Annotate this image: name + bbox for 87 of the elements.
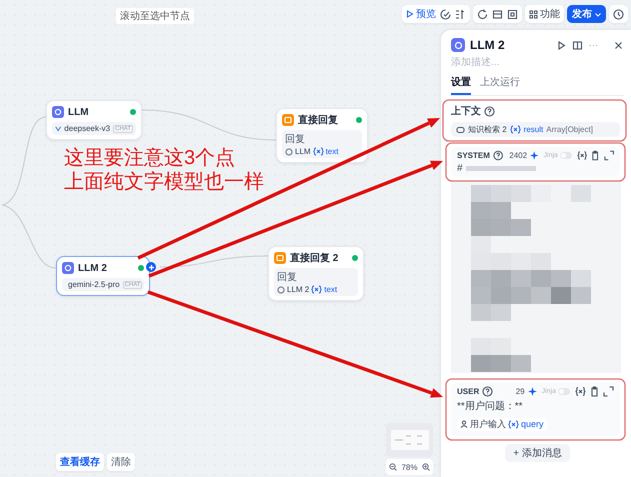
- help-icon[interactable]: [482, 386, 494, 397]
- zoom-in-icon[interactable]: [422, 463, 430, 471]
- annotation-text: 这里要注意这3个点: [64, 146, 236, 170]
- split-view-icon[interactable]: [572, 40, 583, 50]
- clipboard-icon[interactable]: [590, 150, 601, 161]
- description-field[interactable]: 添加描述...: [451, 57, 571, 68]
- features-icon: [529, 10, 538, 18]
- field-label: 回复: [285, 133, 305, 146]
- reply-icon: [274, 252, 286, 264]
- history-icon[interactable]: [613, 8, 624, 20]
- variable-icon: [311, 285, 322, 294]
- knowledge-icon: [456, 126, 465, 134]
- play-icon: [406, 10, 414, 18]
- variable-icon: [508, 420, 519, 428]
- user-icon: [460, 420, 468, 428]
- field-label: 回复: [277, 271, 297, 284]
- source-name: 用户输入: [470, 418, 506, 430]
- toggle-switch[interactable]: [558, 388, 570, 395]
- node-title: LLM: [68, 106, 90, 118]
- section-label: 上下文: [451, 104, 481, 118]
- variable-chip[interactable]: 用户输入 query: [457, 418, 547, 430]
- reply-icon: [282, 114, 294, 126]
- help-icon[interactable]: [492, 150, 504, 161]
- screen-icon[interactable]: [507, 8, 518, 20]
- clear-button[interactable]: 清除: [107, 453, 135, 471]
- node-ref-icon: [285, 148, 293, 156]
- status-dot: [352, 255, 358, 261]
- expand-icon[interactable]: [604, 150, 614, 161]
- clipboard-icon[interactable]: [589, 386, 600, 397]
- source-name: LLM 2: [287, 285, 310, 294]
- variable-name: result: [524, 125, 544, 134]
- publish-button[interactable]: 发布: [567, 5, 606, 23]
- variable-icon: [312, 147, 324, 156]
- variable-name: query: [521, 419, 544, 429]
- llm-icon: [62, 262, 74, 274]
- chevron-down-icon: [595, 13, 601, 17]
- source-name: LLM: [295, 147, 311, 156]
- prompt-text: **用户问题：**: [457, 400, 523, 413]
- prompt-text: #: [457, 163, 463, 174]
- zoom-level: 78%: [401, 462, 418, 472]
- blurred-text: [466, 166, 536, 171]
- zoom-control[interactable]: 78%: [386, 459, 433, 475]
- toggle-switch[interactable]: [560, 152, 572, 159]
- connection-line: [2, 204, 56, 268]
- node-title: 直接回复: [298, 114, 339, 127]
- role-label: SYSTEM: [457, 151, 490, 160]
- panel-tab[interactable]: 上次运行: [480, 75, 520, 95]
- variables-icon[interactable]: [455, 8, 466, 20]
- variable-name: text: [326, 147, 338, 156]
- panel-tab[interactable]: 设置: [451, 75, 471, 95]
- canvas-hint: 滚动至选中节点: [116, 8, 194, 24]
- node-title: LLM 2: [78, 262, 108, 274]
- status-dot: [130, 109, 136, 115]
- add-node-handle[interactable]: [146, 262, 156, 272]
- help-icon[interactable]: [484, 106, 495, 116]
- status-dot: [138, 265, 144, 271]
- model-icon: [55, 124, 62, 133]
- sparkle-icon[interactable]: [528, 387, 537, 396]
- zoom-out-icon[interactable]: [389, 463, 397, 471]
- view-cache-button[interactable]: 查看缓存: [56, 453, 104, 471]
- workflow-node[interactable]: 直接回复 回复 LLM text: [276, 108, 368, 163]
- variable-type: Array[Object]: [546, 125, 593, 134]
- workflow-node[interactable]: 直接回复 2 回复 LLM 2 text: [268, 246, 364, 301]
- context-variable[interactable]: 知识检索 2 result Array[Object]: [451, 122, 620, 137]
- checklist-icon[interactable]: [440, 8, 452, 20]
- token-count: 29: [516, 387, 525, 396]
- close-icon[interactable]: [613, 40, 624, 50]
- variable-icon: [510, 125, 521, 134]
- variable-insert-icon[interactable]: [576, 150, 588, 161]
- node-title: 直接回复 2: [290, 252, 340, 265]
- status-dot: [356, 117, 362, 123]
- llm-icon: [52, 106, 64, 118]
- expand-icon[interactable]: [603, 386, 614, 397]
- run-icon[interactable]: [556, 40, 567, 50]
- variable-insert-icon[interactable]: [575, 386, 586, 397]
- token-count: 2402: [509, 151, 528, 160]
- role-label: USER: [457, 387, 480, 396]
- add-message-button[interactable]: + 添加消息: [505, 444, 570, 462]
- panel-icon[interactable]: [492, 8, 504, 20]
- llm-icon: [451, 38, 465, 52]
- variable-name: text: [324, 285, 338, 294]
- source-name: 知识检索 2: [468, 124, 507, 135]
- panel-title: LLM 2: [470, 38, 506, 52]
- restore-icon[interactable]: [477, 8, 488, 20]
- annotation-text: 上面纯文字模型也一样: [64, 170, 264, 194]
- node-ref-icon: [277, 286, 285, 294]
- sparkle-icon[interactable]: [530, 151, 539, 160]
